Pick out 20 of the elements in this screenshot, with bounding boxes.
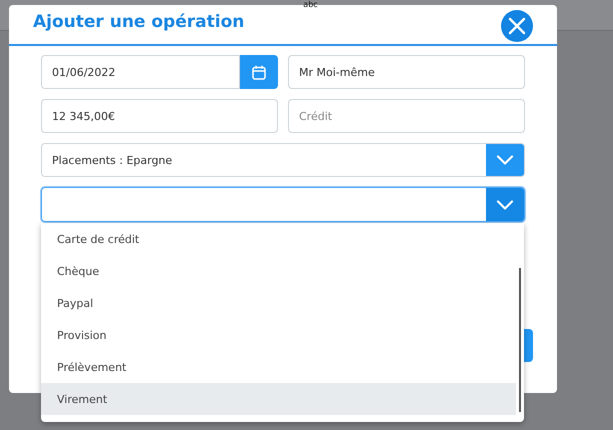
- dropdown-option[interactable]: Chèque: [41, 255, 516, 287]
- input-field[interactable]: 01/06/2022: [41, 55, 240, 89]
- input-field[interactable]: 12 345,00€: [41, 99, 278, 133]
- calendar-button[interactable]: [240, 55, 278, 89]
- input-field[interactable]: Crédit: [288, 99, 525, 133]
- dialog-title: Ajouter une opération: [33, 12, 244, 32]
- select-field[interactable]: [41, 187, 525, 222]
- dropdown-option[interactable]: Carte de crédit: [41, 223, 516, 255]
- dropdown-option[interactable]: Prélèvement: [41, 351, 516, 383]
- select-field[interactable]: Placements : Epargne: [41, 143, 525, 177]
- close-icon: [508, 16, 526, 34]
- chevron-down-icon: [496, 200, 514, 210]
- calendar-icon: [252, 64, 266, 80]
- dropdown-option[interactable]: Virement: [41, 383, 516, 415]
- dropdown-option[interactable]: Paypal: [41, 287, 516, 319]
- input-field[interactable]: Mr Moi-même: [288, 55, 525, 89]
- close-button[interactable]: [501, 10, 533, 42]
- chevron-down-icon: [496, 155, 514, 165]
- dropdown-option[interactable]: Provision: [41, 319, 516, 351]
- scrollbar[interactable]: [519, 268, 521, 412]
